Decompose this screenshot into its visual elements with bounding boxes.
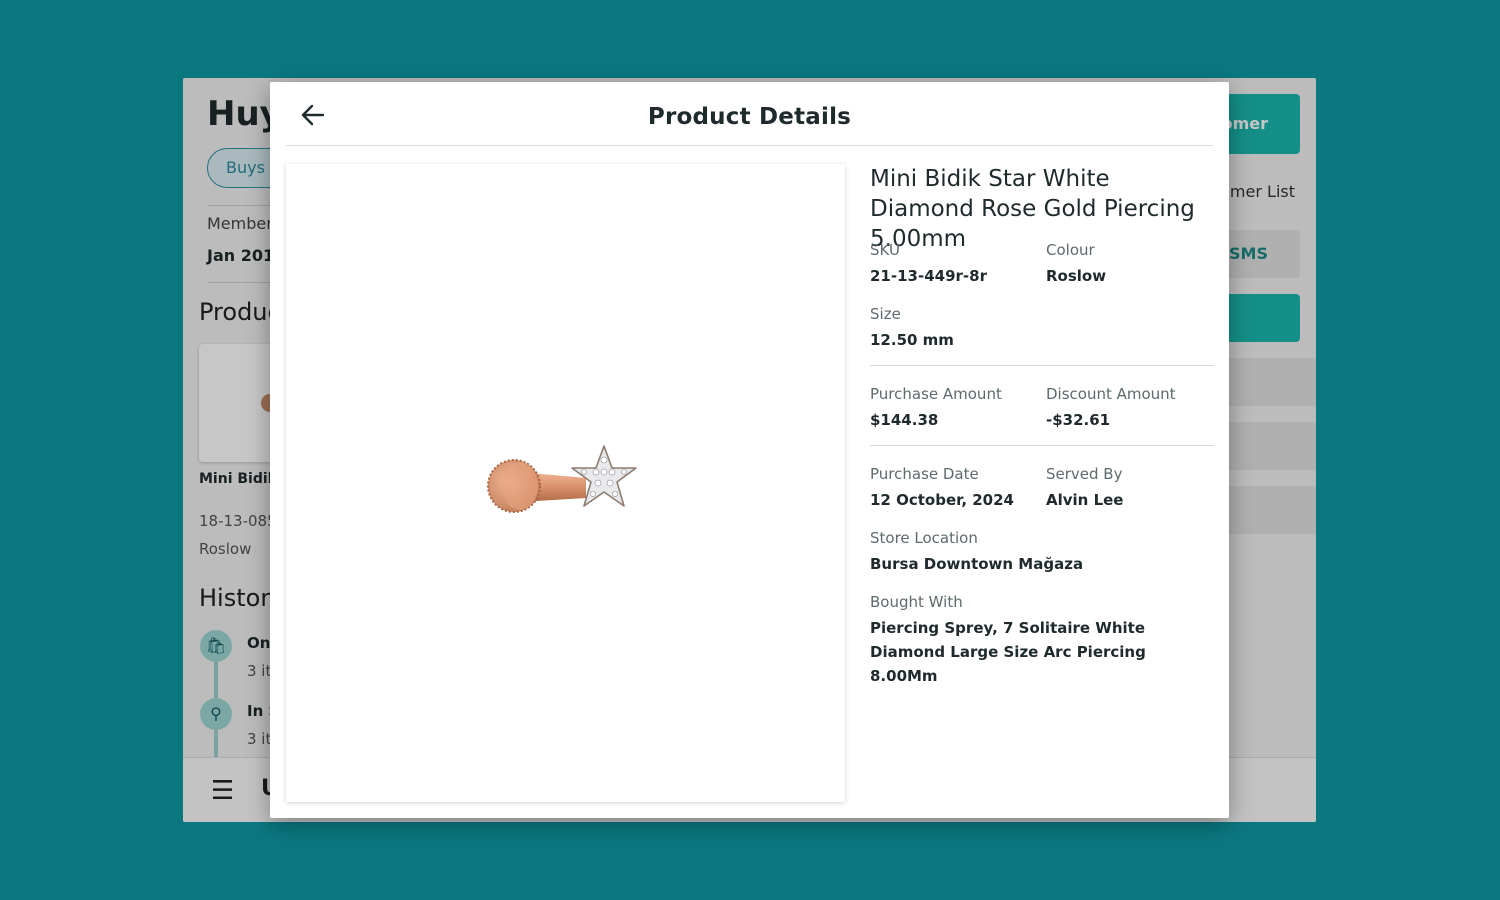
- size-value: 12.50 mm: [870, 331, 954, 349]
- purchase-amount-label: Purchase Amount: [870, 385, 1002, 403]
- product-details-modal: Product Details Mini Bidik Star White Di…: [270, 82, 1229, 818]
- discount-amount-value: -$32.61: [1046, 411, 1111, 429]
- colour-label: Colour: [1046, 241, 1095, 259]
- sku-value: 21-13-449r-8r: [870, 267, 987, 285]
- purchase-amount-field: Purchase Amount $144.38: [870, 384, 1002, 432]
- sku-field: SKU 21-13-449r-8r: [870, 240, 987, 288]
- bought-with-value: Piercing Sprey, 7 Solitaire White Diamon…: [870, 619, 1146, 685]
- bought-with-field: Bought With Piercing Sprey, 7 Solitaire …: [870, 592, 1215, 688]
- header-divider: [286, 145, 1213, 146]
- discount-amount-field: Discount Amount -$32.61: [1046, 384, 1176, 432]
- purchase-date-value: 12 October, 2024: [870, 491, 1014, 509]
- modal-header: Product Details: [270, 82, 1229, 146]
- bought-with-label: Bought With: [870, 593, 963, 611]
- colour-value: Roslow: [1046, 267, 1107, 285]
- served-by-field: Served By Alvin Lee: [1046, 464, 1123, 512]
- size-label: Size: [870, 305, 901, 323]
- product-image-panel: [286, 164, 845, 802]
- size-field: Size 12.50 mm: [870, 304, 954, 352]
- store-location-field: Store Location Bursa Downtown Mağaza: [870, 528, 1215, 576]
- details-divider: [870, 445, 1214, 446]
- store-location-label: Store Location: [870, 529, 978, 547]
- product-image: [487, 445, 637, 513]
- product-details: Mini Bidik Star White Diamond Rose Gold …: [870, 164, 1215, 685]
- colour-field: Colour Roslow: [1046, 240, 1106, 288]
- store-location-value: Bursa Downtown Mağaza: [870, 555, 1084, 573]
- details-divider: [870, 365, 1214, 366]
- served-by-value: Alvin Lee: [1046, 491, 1124, 509]
- purchase-date-field: Purchase Date 12 October, 2024: [870, 464, 1014, 512]
- purchase-amount-value: $144.38: [870, 411, 939, 429]
- sku-label: SKU: [870, 241, 900, 259]
- served-by-label: Served By: [1046, 465, 1123, 483]
- discount-amount-label: Discount Amount: [1046, 385, 1176, 403]
- purchase-date-label: Purchase Date: [870, 465, 979, 483]
- modal-title: Product Details: [647, 104, 852, 130]
